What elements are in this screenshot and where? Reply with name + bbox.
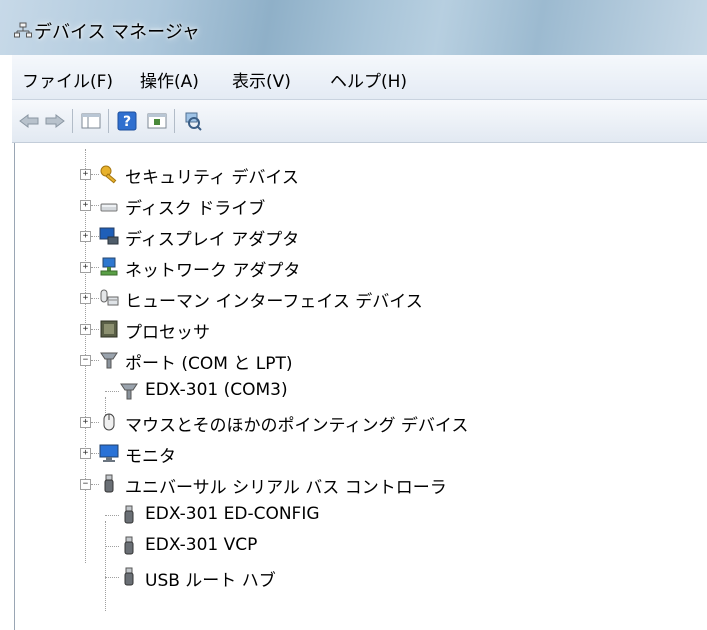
- expand-button[interactable]: +: [80, 293, 91, 304]
- back-arrow-icon[interactable]: [18, 110, 40, 132]
- scan-hardware-icon[interactable]: [182, 110, 204, 132]
- toolbar-separator: [174, 109, 175, 133]
- usb-icon: [124, 567, 134, 586]
- tree-item-label: USB ルート ハブ: [145, 571, 276, 591]
- expand-button[interactable]: +: [80, 169, 91, 180]
- collapse-button[interactable]: −: [80, 479, 91, 490]
- key-icon: [100, 165, 117, 184]
- tree-item-label: ユニバーサル シリアル バス コントローラ: [125, 478, 447, 498]
- tree-item-processors[interactable]: + プロセッサ: [15, 314, 707, 344]
- monitor-icon: [99, 444, 119, 462]
- tree-item-usb-root-hub[interactable]: USB ルート ハブ: [15, 562, 707, 592]
- title-bar: デバイス マネージャ: [0, 0, 707, 55]
- hid-icon: [100, 289, 119, 306]
- expand-button[interactable]: +: [80, 231, 91, 242]
- menu-bar: ファイル(F) 操作(A) 表示(V) ヘルプ(H): [12, 55, 707, 100]
- network-adapter-icon: [100, 257, 118, 276]
- console-tree-icon[interactable]: [80, 110, 102, 132]
- window-title: デバイス マネージャ: [34, 22, 200, 43]
- port-icon: [100, 352, 118, 369]
- tree-item-edx-301-com3[interactable]: EDX-301 (COM3): [15, 376, 707, 406]
- tree-item-label: ヒューマン インターフェイス デバイス: [125, 292, 423, 312]
- tree-item-label: EDX-301 ED-CONFIG: [145, 504, 320, 524]
- help-icon[interactable]: ?: [116, 110, 138, 132]
- tree-item-disk-drives[interactable]: + ディスク ドライブ: [15, 190, 707, 220]
- device-tree: + セキュリティ デバイス + ディスク ドライブ + ディスプレイ アダプタ …: [14, 143, 707, 630]
- tree-item-edx-301-vcp[interactable]: EDX-301 VCP: [15, 531, 707, 561]
- usb-icon: [124, 536, 134, 555]
- toolbar-separator: [108, 109, 109, 133]
- expand-button[interactable]: +: [80, 417, 91, 428]
- collapse-button[interactable]: −: [80, 355, 91, 366]
- toolbar-separator: [72, 109, 73, 133]
- menu-help[interactable]: ヘルプ(H): [330, 67, 407, 92]
- tree-item-label: ディスプレイ アダプタ: [125, 230, 300, 250]
- tree-item-label: プロセッサ: [125, 323, 210, 343]
- tree-item-monitors[interactable]: + モニタ: [15, 438, 707, 468]
- tree-item-label: EDX-301 VCP: [145, 535, 258, 555]
- display-adapter-icon: [99, 227, 119, 245]
- toolbar: ?: [12, 100, 707, 143]
- expand-button[interactable]: +: [80, 262, 91, 273]
- tree-item-edx-301-ed-config[interactable]: EDX-301 ED-CONFIG: [15, 500, 707, 530]
- tree-item-label: モニタ: [125, 447, 176, 467]
- tree-item-mice[interactable]: + マウスとそのほかのポインティング デバイス: [15, 407, 707, 437]
- expand-button[interactable]: +: [80, 200, 91, 211]
- properties-icon[interactable]: [146, 110, 168, 132]
- tree-item-display-adapters[interactable]: + ディスプレイ アダプタ: [15, 221, 707, 251]
- tree-item-human-interface-devices[interactable]: + ヒューマン インターフェイス デバイス: [15, 283, 707, 313]
- expand-button[interactable]: +: [80, 324, 91, 335]
- tree-item-label: ディスク ドライブ: [125, 199, 266, 219]
- menu-file[interactable]: ファイル(F): [22, 67, 113, 92]
- tree-item-label: ネットワーク アダプタ: [125, 261, 301, 281]
- tree-item-label: EDX-301 (COM3): [145, 380, 288, 400]
- usb-icon: [124, 505, 134, 524]
- menu-action[interactable]: 操作(A): [140, 67, 199, 92]
- expand-button[interactable]: +: [80, 448, 91, 459]
- port-icon: [120, 383, 138, 400]
- device-manager-icon: [14, 22, 32, 38]
- device-manager-window: ファイル(F) 操作(A) 表示(V) ヘルプ(H) ? + セキュリティ デバ…: [12, 55, 707, 630]
- menu-view[interactable]: 表示(V): [232, 67, 291, 92]
- tree-item-label: セキュリティ デバイス: [125, 168, 299, 188]
- usb-icon: [104, 474, 114, 493]
- tree-item-security-devices[interactable]: + セキュリティ デバイス: [15, 159, 707, 189]
- tree-item-network-adapters[interactable]: + ネットワーク アダプタ: [15, 252, 707, 282]
- forward-arrow-icon[interactable]: [44, 110, 66, 132]
- processor-icon: [100, 320, 118, 338]
- tree-item-label: マウスとそのほかのポインティング デバイス: [125, 416, 469, 436]
- mouse-icon: [103, 413, 115, 431]
- svg-text:?: ?: [123, 114, 131, 130]
- tree-item-label: ポート (COM と LPT): [125, 354, 293, 374]
- disk-drive-icon: [100, 203, 118, 212]
- tree-item-ports[interactable]: − ポート (COM と LPT): [15, 345, 707, 375]
- tree-item-usb-controllers[interactable]: − ユニバーサル シリアル バス コントローラ: [15, 469, 707, 499]
